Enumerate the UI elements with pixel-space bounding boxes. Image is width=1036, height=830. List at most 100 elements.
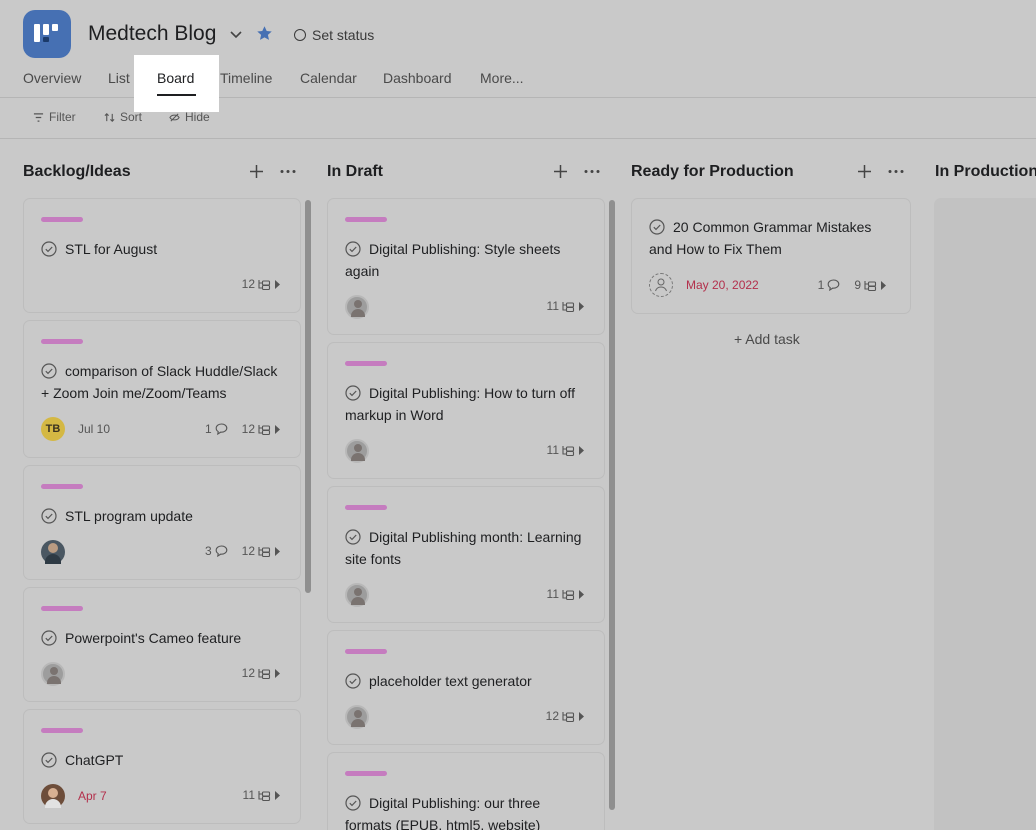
more-icon[interactable]	[279, 164, 297, 179]
tab-list[interactable]: List	[108, 70, 130, 86]
avatar[interactable]	[41, 662, 65, 686]
tag-pill	[41, 217, 83, 222]
tag-pill	[345, 361, 387, 366]
task-card[interactable]: STL program update 3 12	[23, 465, 301, 580]
task-meta: 11	[547, 587, 584, 601]
more-icon[interactable]	[887, 164, 905, 179]
avatar[interactable]: TB	[41, 417, 65, 441]
due-date[interactable]: Apr 7	[78, 789, 107, 803]
subtask-icon	[562, 301, 575, 312]
column-scrollbar[interactable]	[305, 200, 311, 593]
task-card[interactable]: placeholder text generator 12	[327, 630, 605, 745]
filter-icon	[33, 112, 44, 122]
caret-right-icon[interactable]	[578, 445, 584, 455]
caret-right-icon[interactable]	[578, 711, 584, 721]
star-icon[interactable]	[256, 25, 273, 42]
task-title: Digital Publishing: our three formats (E…	[345, 795, 541, 830]
filter-button[interactable]: Filter	[33, 110, 76, 124]
column-title[interactable]: Ready for Production	[631, 163, 794, 181]
hide-label: Hide	[185, 110, 210, 124]
avatar[interactable]	[345, 295, 369, 319]
subtask-icon	[258, 668, 271, 679]
task-title: placeholder text generator	[369, 673, 532, 689]
subtask-count: 12	[241, 277, 255, 291]
filter-label: Filter	[49, 110, 76, 124]
avatar[interactable]	[345, 705, 369, 729]
tag-pill	[345, 505, 387, 510]
caret-right-icon[interactable]	[274, 790, 280, 800]
comment-icon	[215, 423, 227, 435]
subtask-count: 12	[241, 422, 255, 436]
column-title[interactable]: In Draft	[327, 163, 383, 181]
subtask-count: 11	[546, 443, 559, 457]
tab-calendar[interactable]: Calendar	[300, 70, 357, 86]
caret-right-icon[interactable]	[274, 424, 280, 434]
task-card[interactable]: Powerpoint's Cameo feature 12	[23, 587, 301, 702]
set-status-button[interactable]: Set status	[294, 26, 374, 44]
tag-pill	[41, 728, 83, 733]
tag-pill	[345, 771, 387, 776]
subtask-count: 11	[546, 587, 559, 601]
task-card[interactable]: Digital Publishing: How to turn off mark…	[327, 342, 605, 479]
sort-icon	[104, 112, 115, 122]
project-title[interactable]: Medtech Blog	[88, 22, 216, 46]
subtask-icon	[258, 424, 271, 435]
tab-more[interactable]: More...	[480, 70, 524, 86]
task-card[interactable]: STL for August 12	[23, 198, 301, 313]
due-date[interactable]: May 20, 2022	[686, 278, 759, 292]
comment-icon	[827, 279, 840, 291]
comment-icon	[215, 545, 227, 557]
plus-icon[interactable]	[553, 164, 568, 179]
task-card[interactable]: 20 Common Grammar Mistakes and How to Fi…	[631, 198, 911, 314]
eye-slash-icon	[169, 112, 180, 122]
avatar[interactable]	[41, 540, 65, 564]
task-card[interactable]: comparison of Slack Huddle/Slack + Zoom …	[23, 320, 301, 458]
avatar[interactable]	[345, 583, 369, 607]
avatar[interactable]	[345, 439, 369, 463]
caret-right-icon[interactable]	[578, 301, 584, 311]
subtask-icon	[258, 546, 271, 557]
task-title: STL program update	[65, 508, 193, 524]
caret-right-icon[interactable]	[880, 280, 886, 290]
caret-right-icon[interactable]	[274, 668, 280, 678]
tab-timeline[interactable]: Timeline	[220, 70, 272, 86]
task-card[interactable]: ChatGPT Apr 7 11	[23, 709, 301, 824]
subtask-count: 12	[241, 666, 255, 680]
plus-icon[interactable]	[249, 164, 264, 179]
set-status-label: Set status	[312, 27, 375, 43]
tab-dashboard[interactable]: Dashboard	[383, 70, 452, 86]
plus-icon[interactable]	[857, 164, 872, 179]
task-card[interactable]: Digital Publishing month: Learning site …	[327, 486, 605, 623]
task-meta: 11	[547, 443, 584, 457]
more-icon[interactable]	[583, 164, 601, 179]
column-scrollbar[interactable]	[609, 200, 615, 810]
chevron-down-icon[interactable]	[228, 26, 244, 42]
sort-button[interactable]: Sort	[104, 110, 142, 124]
avatar[interactable]	[41, 784, 65, 808]
board-column-in-production: In Production	[935, 155, 1036, 195]
column-title[interactable]: In Production	[935, 163, 1036, 181]
add-task-button[interactable]: + Add task	[734, 331, 800, 347]
tab-overview[interactable]: Overview	[23, 70, 81, 86]
hide-button[interactable]: Hide	[169, 110, 210, 124]
tag-pill	[41, 606, 83, 611]
comment-count: 1	[817, 278, 825, 292]
task-card[interactable]: Digital Publishing: our three formats (E…	[327, 752, 605, 830]
caret-right-icon[interactable]	[578, 589, 584, 599]
caret-right-icon[interactable]	[274, 546, 280, 556]
task-meta: 12	[242, 666, 280, 680]
caret-right-icon[interactable]	[274, 279, 280, 289]
subtask-count: 11	[546, 299, 559, 313]
task-title: ChatGPT	[65, 752, 124, 768]
unassigned-avatar-icon[interactable]	[649, 273, 673, 297]
subtask-icon	[562, 445, 575, 456]
task-card[interactable]: Digital Publishing: Style sheets again 1…	[327, 198, 605, 335]
tab-board[interactable]: Board	[157, 70, 194, 86]
task-meta: 3 12	[205, 544, 280, 558]
subtask-count: 12	[545, 709, 559, 723]
column-title[interactable]: Backlog/Ideas	[23, 163, 131, 181]
subtask-count: 9	[854, 278, 861, 292]
task-meta: 12	[546, 709, 584, 723]
due-date[interactable]: Jul 10	[78, 422, 110, 436]
board-toolbar: Filter Sort Hide	[0, 99, 1036, 139]
